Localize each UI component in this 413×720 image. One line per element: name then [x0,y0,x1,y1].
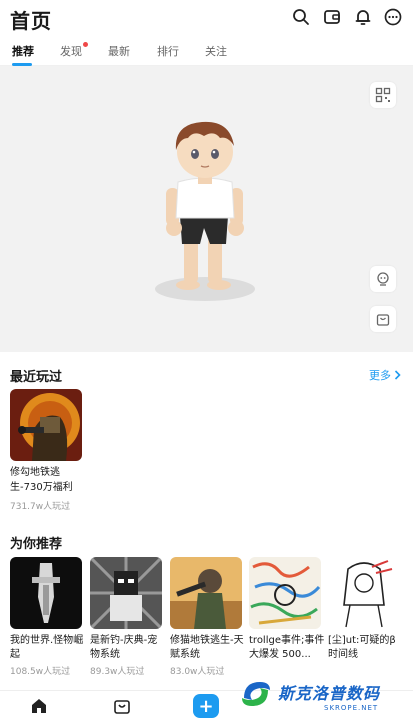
shop-icon[interactable] [111,696,133,716]
bell-icon[interactable] [352,6,374,28]
add-button[interactable]: + [193,694,219,718]
game-thumbnail[interactable] [170,557,242,629]
recent-section-title: 最近玩过 [10,370,63,385]
recommend-section-title: 为你推荐 [10,537,63,552]
avatar-character[interactable] [150,116,260,301]
more-link[interactable]: 更多 [369,367,401,383]
watermark-text: 斯克洛普数码 [278,684,381,703]
watermark-logo: 斯克洛普数码 SKROPE.NET [238,674,408,718]
game-plays: 83.0w人玩过 [170,667,225,677]
shop-button[interactable] [370,306,396,332]
game-thumbnail[interactable] [10,557,82,629]
tab-latest[interactable]: 最新 [108,43,130,59]
recent-game-name[interactable]: 修勾地铁逃生-730万福利 [10,465,86,495]
shop-bag-icon [376,314,390,326]
game-name: 我的世界.怪物崛起 [10,635,84,660]
chevron-right-icon [394,370,401,380]
more-icon[interactable] [382,6,404,28]
list-item[interactable]: 修猫地铁逃生-天赋系统 83.0w人玩过 [170,557,244,677]
top-header: 首页 [0,0,413,38]
game-plays: 108.5w人玩过 [10,667,71,677]
recent-game-thumbnail[interactable] [10,389,82,461]
home-icon[interactable] [28,696,50,716]
wallet-icon[interactable] [321,6,343,28]
qr-scan-icon [375,87,391,103]
character-button[interactable] [370,266,396,292]
recent-game-plays: 731.7w人玩过 [10,502,71,512]
notification-dot [83,42,88,47]
character-icon [377,272,389,286]
watermark-subtext: SKROPE.NET [324,704,379,712]
list-item[interactable]: 是新钓-庆典-宠物系统 89.3w人玩过 [90,557,162,677]
list-item[interactable]: [尘]ut:可疑的β时间线 [328,557,400,664]
game-thumbnail[interactable] [328,557,400,629]
game-name: [尘]ut:可疑的β时间线 [328,635,396,660]
search-icon[interactable] [290,6,312,28]
tab-ranking[interactable]: 排行 [157,43,179,59]
game-plays: 89.3w人玩过 [90,667,145,677]
tab-discover[interactable]: 发现 [60,43,82,59]
watermark-swoosh-icon [242,682,270,706]
list-item[interactable]: trollge事件;事件大爆发 500... [249,557,324,664]
tab-following[interactable]: 关注 [205,43,227,59]
game-name: 是新钓-庆典-宠物系统 [90,635,158,660]
avatar-stage [0,66,413,352]
add-icon: + [198,695,214,717]
qr-scan-button[interactable] [370,82,396,108]
tab-recommend[interactable]: 推荐 [12,43,34,59]
game-name: 修猫地铁逃生-天赋系统 [170,635,244,660]
more-label: 更多 [369,369,391,382]
game-thumbnail[interactable] [90,557,162,629]
game-name: trollge事件;事件大爆发 500... [249,635,325,660]
game-thumbnail[interactable] [249,557,321,629]
page-title: 首页 [10,9,52,33]
tab-bar: 推荐 发现 最新 排行 关注 [0,38,413,66]
list-item[interactable]: 我的世界.怪物崛起 108.5w人玩过 [10,557,83,677]
